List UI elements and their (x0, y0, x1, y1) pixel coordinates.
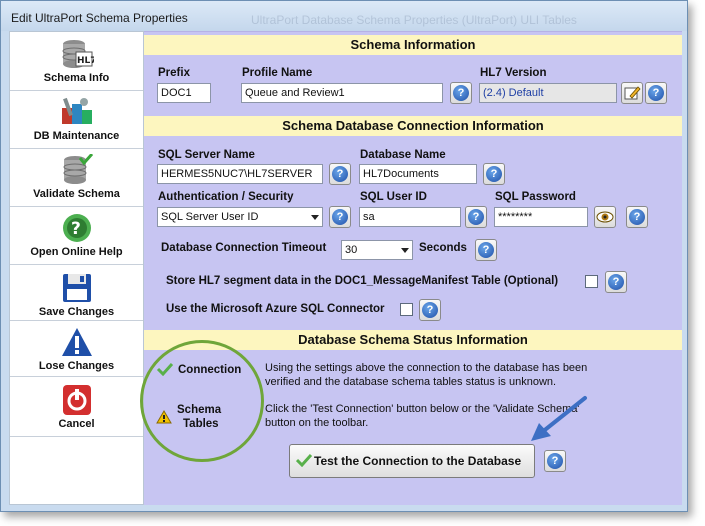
highlight-circle-annotation (140, 340, 264, 462)
window-title: Edit UltraPort Schema Properties (11, 11, 188, 25)
connection-message-line2: verified and the database schema tables … (265, 376, 557, 388)
warning-triangle-icon (61, 328, 92, 356)
checkmark-icon (296, 453, 312, 467)
prefix-label: Prefix (158, 67, 190, 79)
hl7-version-label: HL7 Version (480, 67, 547, 79)
azure-connector-help-button[interactable]: ? (419, 299, 441, 321)
database-name-help-button[interactable]: ? (483, 163, 505, 185)
save-changes-label: Save Changes (38, 306, 115, 318)
authentication-label: Authentication / Security (158, 191, 294, 203)
tools-maintenance-icon (61, 97, 92, 124)
help-icon: ? (478, 242, 494, 258)
store-segment-checkbox[interactable] (585, 275, 598, 288)
prefix-field[interactable]: DOC1 (157, 83, 211, 103)
schema-info-label: Schema Info (43, 72, 110, 84)
test-connection-help-button[interactable]: ? (544, 450, 566, 472)
db-maintenance-label: DB Maintenance (33, 130, 120, 142)
chevron-down-icon (311, 215, 319, 220)
help-icon: ? (332, 166, 348, 182)
help-icon: ? (608, 274, 624, 290)
edit-hl7-version-button[interactable] (621, 82, 643, 104)
azure-connector-checkbox[interactable] (400, 303, 413, 316)
floppy-disk-icon (62, 274, 91, 302)
sql-user-id-label: SQL User ID (360, 191, 427, 203)
help-icon: ? (468, 209, 484, 225)
authentication-help-button[interactable]: ? (329, 206, 351, 228)
timeout-help-button[interactable]: ? (475, 239, 497, 261)
left-toolbar: HL7 Schema Info DB Maintenance Validate … (9, 31, 144, 505)
toolbar-divider (10, 264, 143, 265)
sql-server-label: SQL Server Name (158, 149, 255, 161)
sql-password-field[interactable]: ******** (494, 207, 588, 227)
help-icon: ? (486, 166, 502, 182)
save-changes-button[interactable]: Save Changes (10, 268, 143, 324)
svg-text:?: ? (71, 219, 81, 239)
lose-changes-label: Lose Changes (38, 360, 115, 372)
schema-info-button[interactable]: HL7 Schema Info (10, 34, 143, 90)
validate-schema-label: Validate Schema (33, 188, 120, 200)
edit-pencil-icon (624, 86, 641, 100)
store-segment-help-button[interactable]: ? (605, 271, 627, 293)
hl7-version-field[interactable]: (2.4) Default (479, 83, 617, 103)
profile-help-button[interactable]: ? (450, 82, 472, 104)
help-globe-icon: ? (62, 214, 91, 242)
title-bar: Edit UltraPort Schema Properties UltraPo… (1, 1, 687, 31)
tables-message-line2: button on the toolbar. (265, 417, 369, 429)
sql-user-id-field[interactable]: sa (359, 207, 461, 227)
sql-password-help-button[interactable]: ? (626, 206, 648, 228)
background-window-title: UltraPort Database Schema Properties (Ul… (251, 13, 577, 27)
test-connection-label: Test the Connection to the Database (314, 454, 522, 468)
connection-timeout-label: Database Connection Timeout (161, 242, 327, 254)
authentication-value: SQL Server User ID (161, 211, 259, 223)
toolbar-divider (10, 320, 143, 321)
help-icon: ? (453, 85, 469, 101)
open-online-help-button[interactable]: ? Open Online Help (10, 208, 143, 264)
cancel-label: Cancel (58, 418, 95, 430)
help-icon: ? (629, 209, 645, 225)
help-icon: ? (332, 209, 348, 225)
validate-database-icon (63, 154, 93, 184)
connection-info-header: Schema Database Connection Information (144, 116, 682, 136)
profile-name-field[interactable]: Queue and Review1 (241, 83, 443, 103)
azure-connector-label: Use the Microsoft Azure SQL Connector (166, 303, 385, 315)
toolbar-divider (10, 206, 143, 207)
profile-name-label: Profile Name (242, 67, 313, 79)
connection-message-line1: Using the settings above the connection … (265, 362, 588, 374)
help-icon: ? (422, 302, 438, 318)
sql-user-id-help-button[interactable]: ? (465, 206, 487, 228)
sql-server-help-button[interactable]: ? (329, 163, 351, 185)
arrow-annotation (531, 396, 587, 441)
connection-timeout-dropdown[interactable]: 30 (341, 240, 413, 260)
database-name-label: Database Name (360, 149, 446, 161)
connection-timeout-value: 30 (345, 244, 358, 256)
chevron-down-icon (401, 248, 409, 253)
test-connection-button[interactable]: Test the Connection to the Database (289, 444, 535, 478)
svg-text:HL7: HL7 (77, 56, 94, 66)
toolbar-divider (10, 436, 143, 437)
toolbar-divider (10, 376, 143, 377)
hl7-version-help-button[interactable]: ? (645, 82, 667, 104)
sql-password-label: SQL Password (495, 191, 576, 203)
db-maintenance-button[interactable]: DB Maintenance (10, 92, 143, 148)
power-cancel-icon (62, 385, 91, 415)
help-icon: ? (648, 85, 664, 101)
toolbar-divider (10, 90, 143, 91)
help-icon: ? (547, 453, 563, 469)
store-segment-label: Store HL7 segment data in the DOC1_Messa… (166, 275, 559, 287)
sql-server-field[interactable]: HERMES5NUC7\HL7SERVER (157, 164, 323, 184)
seconds-label: Seconds (419, 242, 467, 254)
database-name-field[interactable]: HL7Documents (359, 164, 477, 184)
show-password-button[interactable] (594, 206, 616, 228)
cancel-button[interactable]: Cancel (10, 380, 143, 436)
authentication-dropdown[interactable]: SQL Server User ID (157, 207, 323, 227)
validate-schema-button[interactable]: Validate Schema (10, 150, 143, 206)
open-online-help-label: Open Online Help (30, 246, 123, 258)
eye-icon (596, 211, 614, 223)
toolbar-divider (10, 148, 143, 149)
schema-info-header: Schema Information (144, 35, 682, 55)
lose-changes-button[interactable]: Lose Changes (10, 322, 143, 378)
database-hl7-icon: HL7 (62, 40, 94, 68)
